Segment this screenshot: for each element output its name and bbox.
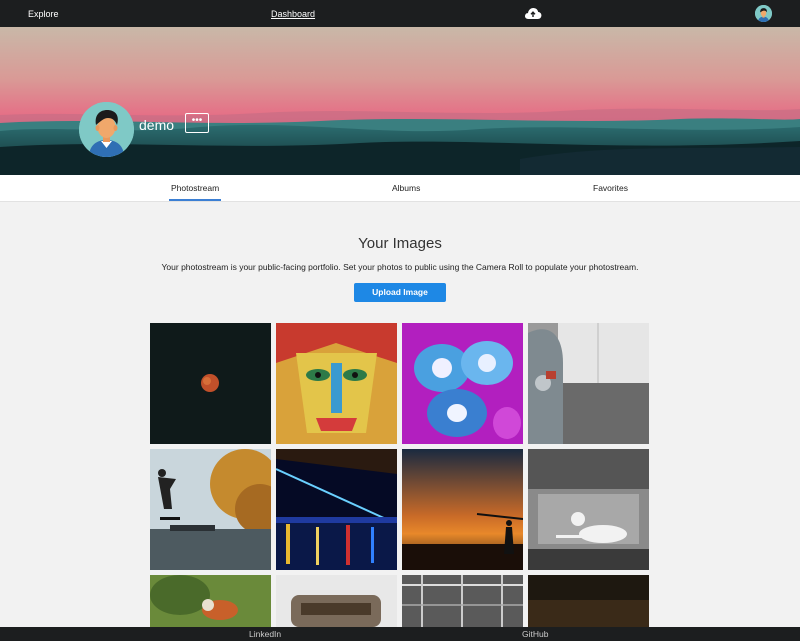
nav-explore-link[interactable]: Explore: [28, 9, 59, 19]
upload-image-button[interactable]: Upload Image: [354, 283, 446, 302]
page-title: Your Images: [358, 235, 442, 252]
photo-thumbnail[interactable]: [150, 575, 271, 627]
photo-thumbnail[interactable]: [402, 449, 523, 570]
profile-avatar: [79, 102, 134, 157]
profile-tabs: Photostream Albums Favorites: [0, 175, 800, 202]
photo-thumbnail[interactable]: [276, 449, 397, 570]
tab-photostream[interactable]: Photostream: [168, 183, 222, 201]
photo-thumbnail[interactable]: [402, 575, 523, 627]
photo-thumbnail[interactable]: [276, 323, 397, 444]
photo-thumbnail[interactable]: [528, 323, 649, 444]
photo-thumbnail[interactable]: [276, 575, 397, 627]
top-nav: Explore Dashboard: [0, 0, 800, 27]
tab-favorites[interactable]: Favorites: [593, 183, 628, 193]
photo-thumbnail[interactable]: [528, 449, 649, 570]
tab-albums[interactable]: Albums: [392, 183, 420, 193]
page-description: Your photostream is your public-facing p…: [161, 262, 639, 272]
photo-thumbnail[interactable]: [402, 323, 523, 444]
cloud-upload-icon[interactable]: [524, 6, 542, 20]
photo-thumbnail[interactable]: [150, 449, 271, 570]
footer: LinkedIn GitHub: [0, 627, 800, 641]
photo-thumbnail[interactable]: [528, 575, 649, 627]
footer-linkedin-link[interactable]: LinkedIn: [249, 629, 281, 639]
more-options-button[interactable]: •••: [185, 113, 209, 133]
user-avatar-icon[interactable]: [755, 5, 772, 22]
footer-github-link[interactable]: GitHub: [522, 629, 548, 639]
profile-username: demo: [139, 117, 175, 133]
photo-thumbnail[interactable]: [150, 323, 271, 444]
nav-dashboard-link[interactable]: Dashboard: [271, 9, 315, 19]
